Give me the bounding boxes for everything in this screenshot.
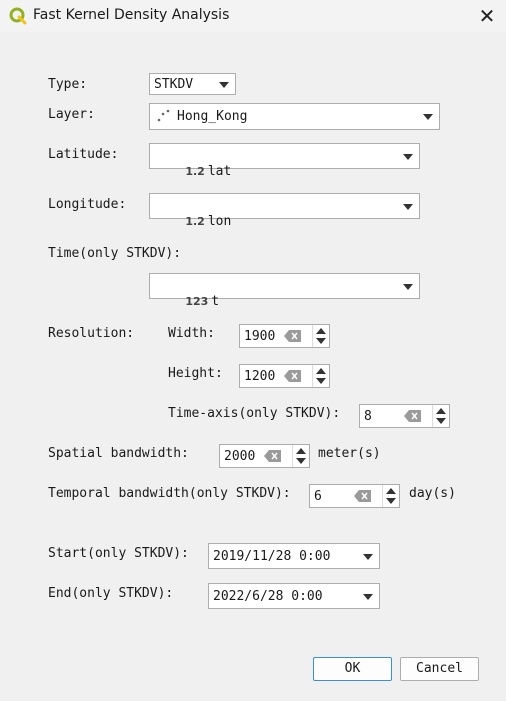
step-down-icon[interactable] [316, 378, 326, 384]
stepper-buttons[interactable] [432, 405, 449, 427]
clear-icon[interactable] [354, 490, 371, 502]
spatial-bandwidth-label: Spatial bandwidth: [48, 446, 189, 461]
latitude-label: Latitude: [48, 147, 119, 162]
chevron-down-icon[interactable] [363, 554, 373, 560]
close-icon[interactable]: ✕ [476, 5, 498, 27]
window-title: Fast Kernel Density Analysis [33, 7, 230, 23]
step-up-icon[interactable] [386, 488, 396, 494]
latitude-dropdown[interactable]: 1.2 lat [149, 143, 420, 179]
time-label: Time(only STKDV): [48, 246, 182, 261]
resolution-label: Resolution: [48, 326, 135, 341]
time-axis-spinbox[interactable]: 8 [359, 404, 450, 428]
integer-field-icon: 123 [185, 295, 209, 308]
stepper-buttons[interactable] [292, 445, 309, 467]
decimal-field-icon: 1.2 [185, 215, 205, 228]
spatial-bandwidth-spinbox[interactable]: 2000 [219, 444, 310, 468]
longitude-dropdown[interactable]: 1.2 lon [149, 193, 420, 229]
clear-icon[interactable] [264, 450, 281, 462]
step-down-icon[interactable] [316, 338, 326, 344]
chevron-down-icon [403, 154, 413, 160]
spatial-bandwidth-unit: meter(s) [318, 446, 381, 461]
layer-label: Layer: [48, 107, 95, 122]
decimal-field-icon: 1.2 [185, 165, 205, 178]
longitude-label: Longitude: [48, 197, 127, 212]
step-up-icon[interactable] [316, 368, 326, 374]
time-value: t [211, 294, 220, 309]
step-up-icon[interactable] [316, 328, 326, 334]
start-label: Start(only STKDV): [48, 546, 189, 561]
end-label: End(only STKDV): [48, 586, 174, 601]
chevron-down-icon [403, 284, 413, 290]
longitude-value: lon [207, 214, 232, 229]
width-value: 1900 [244, 329, 276, 344]
chevron-down-icon [423, 114, 433, 120]
clear-icon[interactable] [284, 330, 301, 342]
end-datetime-picker[interactable]: 2022/6/28 0:00 [208, 583, 380, 609]
start-value: 2019/11/28 0:00 [213, 549, 331, 564]
step-up-icon[interactable] [296, 448, 306, 454]
width-label: Width: [168, 326, 215, 341]
layer-dropdown[interactable]: Hong_Kong [149, 103, 440, 130]
title-bar: Fast Kernel Density Analysis ✕ [0, 0, 506, 32]
time-dropdown[interactable]: 123 t [149, 273, 420, 309]
chevron-down-icon [403, 204, 413, 210]
chevron-down-icon[interactable] [363, 594, 373, 600]
stepper-buttons[interactable] [312, 365, 329, 387]
cancel-button[interactable]: Cancel [400, 657, 479, 681]
chevron-down-icon [219, 82, 229, 88]
height-value: 1200 [244, 369, 276, 384]
step-down-icon[interactable] [296, 458, 306, 464]
time-axis-label: Time-axis(only STKDV): [168, 406, 341, 421]
end-value: 2022/6/28 0:00 [213, 589, 323, 604]
step-down-icon[interactable] [386, 498, 396, 504]
ok-button[interactable]: OK [313, 657, 392, 681]
temporal-bandwidth-unit: day(s) [409, 486, 456, 501]
width-spinbox[interactable]: 1900 [239, 324, 330, 348]
spatial-bandwidth-value: 2000 [224, 449, 256, 464]
step-up-icon[interactable] [436, 408, 446, 414]
temporal-bandwidth-value: 6 [314, 489, 322, 504]
stepper-buttons[interactable] [312, 325, 329, 347]
type-dropdown[interactable]: STKDV [149, 73, 236, 95]
temporal-bandwidth-spinbox[interactable]: 6 [309, 484, 400, 508]
latitude-value: lat [207, 164, 232, 179]
step-down-icon[interactable] [436, 418, 446, 424]
qgis-logo-icon [9, 7, 27, 25]
temporal-bandwidth-label: Temporal bandwidth(only STKDV): [48, 486, 291, 501]
clear-icon[interactable] [284, 370, 301, 382]
layer-value: Hong_Kong [177, 109, 248, 124]
point-layer-icon [157, 109, 170, 122]
type-value: STKDV [154, 77, 194, 92]
stepper-buttons[interactable] [382, 485, 399, 507]
height-spinbox[interactable]: 1200 [239, 364, 330, 388]
height-label: Height: [168, 366, 223, 381]
type-label: Type: [48, 77, 88, 92]
time-axis-value: 8 [364, 409, 372, 424]
start-datetime-picker[interactable]: 2019/11/28 0:00 [208, 543, 380, 569]
clear-icon[interactable] [404, 410, 421, 422]
